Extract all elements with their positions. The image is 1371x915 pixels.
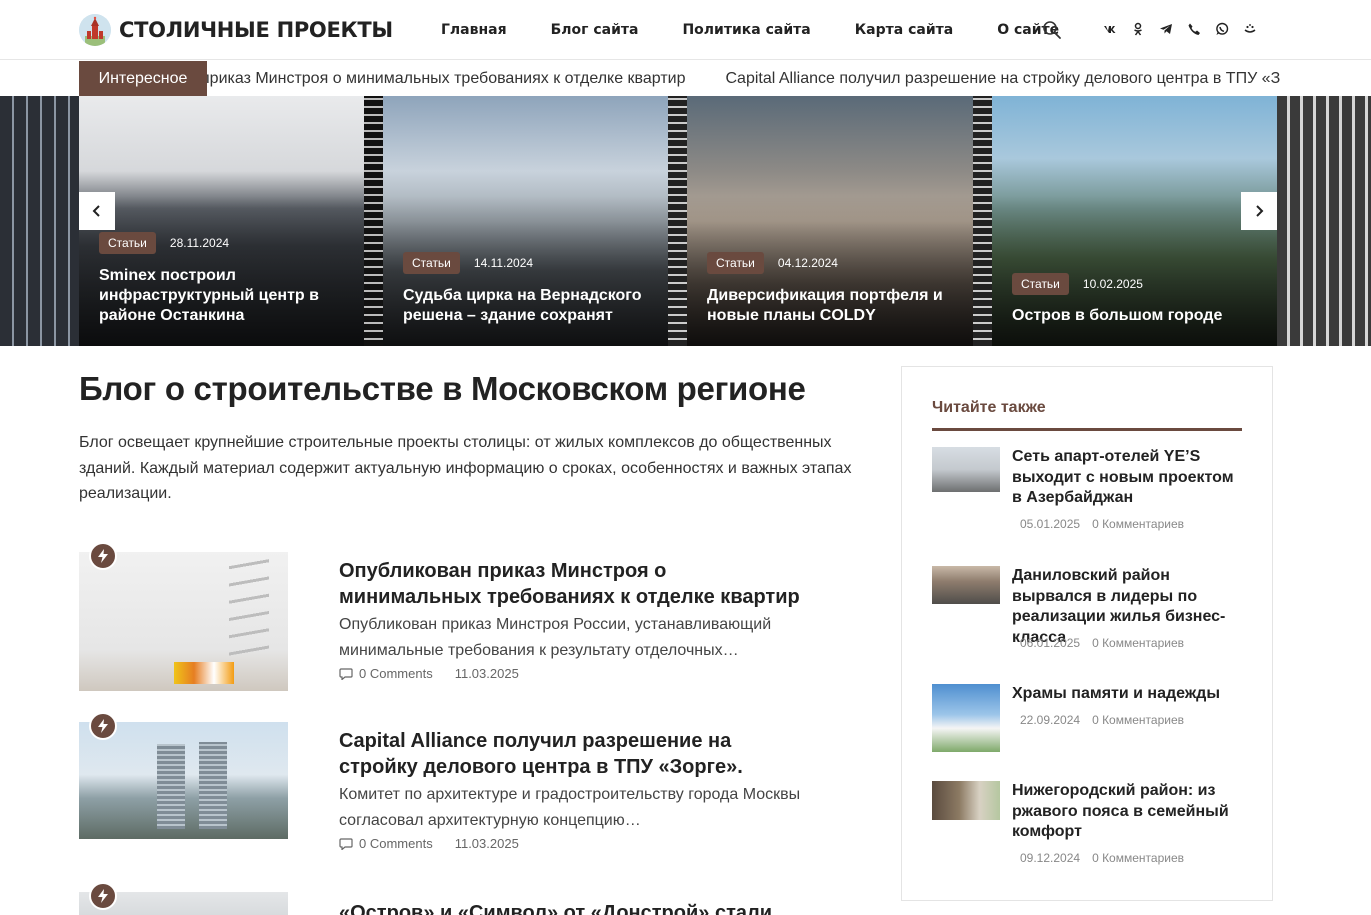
post-card: Capital Alliance получил разрешение на с… <box>79 712 859 872</box>
slide-category-badge[interactable]: Статьи <box>1012 273 1069 295</box>
logo-text: СТОЛИЧНЫЕ ПРОЕКТЫ <box>119 18 393 42</box>
slide[interactable]: Статьи 14.11.2024 Судьба цирка на Вернад… <box>383 96 668 346</box>
sidebar-item-title[interactable]: Нижегородский район: из ржавого пояса в … <box>1012 781 1247 843</box>
ticker-item[interactable]: приказ Минстроя о минимальных требования… <box>207 70 685 88</box>
sidebar-item-comments[interactable]: 0 Комментариев <box>1092 636 1184 650</box>
post-thumbnail[interactable] <box>79 552 288 691</box>
slide[interactable]: Статьи 28.11.2024 Sminex построил инфрас… <box>79 96 364 346</box>
comment-icon <box>339 667 353 680</box>
slide-date: 10.02.2025 <box>1082 277 1143 291</box>
lightning-icon <box>89 712 117 740</box>
post-title[interactable]: «Остров» и «Символ» от «Донстрой» стали <box>339 900 809 915</box>
site-header: СТОЛИЧНЫЕ ПРОЕКТЫ Главная Блог сайта Пол… <box>0 0 1371 60</box>
sidebar-item: Сеть апарт-отелей YE’S выходит с новым п… <box>932 447 1247 537</box>
post-date: 11.03.2025 <box>454 836 519 851</box>
sidebar-item-meta: 22.09.2024 0 Комментариев <box>1020 713 1184 727</box>
comment-icon <box>339 837 353 850</box>
post-card: «Остров» и «Символ» от «Донстрой» стали <box>79 882 859 915</box>
post-card: Опубликован приказ Минстроя о минимальны… <box>79 542 859 702</box>
sidebar-item-date: 22.09.2024 <box>1020 713 1081 727</box>
slide-partial-left <box>0 96 79 346</box>
kremlin-logo-icon <box>79 14 111 46</box>
news-ticker: Интересное приказ Минстроя о минимальных… <box>0 61 1371 96</box>
slide-date: 28.11.2024 <box>169 236 230 250</box>
sidebar-item: Нижегородский район: из ржавого пояса в … <box>932 781 1247 871</box>
slide-category-badge[interactable]: Статьи <box>403 252 460 274</box>
sidebar-item-date: 09.12.2024 <box>1020 851 1081 865</box>
slide-title[interactable]: Судьба цирка на Вернадского решена – зда… <box>403 286 648 326</box>
lightning-icon <box>89 542 117 570</box>
post-meta: 0 Comments 11.03.2025 <box>339 666 809 681</box>
slide-title[interactable]: Остров в большом городе <box>1012 306 1257 326</box>
post-title[interactable]: Опубликован приказ Минстроя о минимальны… <box>339 558 809 610</box>
post-comments[interactable]: 0 Comments <box>359 666 433 681</box>
slide-date: 04.12.2024 <box>777 256 838 270</box>
chevron-right-icon <box>1256 205 1264 217</box>
sidebar-item-comments[interactable]: 0 Комментариев <box>1092 713 1184 727</box>
slide-title[interactable]: Sminex построил инфраструктурный центр в… <box>99 266 344 326</box>
nav-policy[interactable]: Политика сайта <box>682 22 810 38</box>
sidebar-item-title[interactable]: Сеть апарт-отелей YE’S выходит с новым п… <box>1012 447 1247 509</box>
post-thumbnail[interactable] <box>79 722 288 839</box>
sidebar-thumbnail[interactable] <box>932 781 1000 820</box>
whatsapp-icon[interactable] <box>1215 21 1229 37</box>
slide[interactable]: Статьи 10.02.2025 Остров в большом город… <box>992 96 1277 346</box>
ticker-label: Интересное <box>79 61 207 96</box>
ticker-track: приказ Минстроя о минимальных требования… <box>207 61 1280 96</box>
post-excerpt: Комитет по архитектуре и градостроительс… <box>339 786 801 829</box>
nav-sitemap[interactable]: Карта сайта <box>855 22 953 38</box>
social-links <box>1103 21 1257 37</box>
ticker-item[interactable]: Capital Alliance получил разрешение на с… <box>725 70 1280 88</box>
featured-slider: Статьи 28.11.2024 Sminex построил инфрас… <box>0 96 1371 346</box>
sidebar-read-also: Читайте также Сеть апарт-отелей YE’S вых… <box>901 366 1273 901</box>
max-icon[interactable] <box>1243 21 1257 37</box>
sidebar-thumbnail[interactable] <box>932 684 1000 752</box>
slide-title[interactable]: Диверсификация портфеля и новые планы CO… <box>707 286 953 326</box>
slider-prev-button[interactable] <box>79 192 115 230</box>
slide-gap <box>364 96 383 346</box>
sidebar-item-comments[interactable]: 0 Комментариев <box>1092 851 1184 865</box>
chevron-left-icon <box>92 205 100 217</box>
vk-icon[interactable] <box>1103 21 1117 37</box>
post-title[interactable]: Capital Alliance получил разрешение на с… <box>339 728 809 780</box>
sidebar-item-meta: 05.01.2025 0 Комментариев <box>1020 517 1184 531</box>
lightning-icon <box>89 882 117 910</box>
main-nav: Главная Блог сайта Политика сайта Карта … <box>441 0 1103 60</box>
intro-text: Блог освещает крупнейшие строительные пр… <box>79 434 852 502</box>
post-comments[interactable]: 0 Comments <box>359 836 433 851</box>
slide-category-badge[interactable]: Статьи <box>99 232 156 254</box>
sidebar-thumbnail[interactable] <box>932 447 1000 492</box>
page-title: Блог о строительстве в Московском регион… <box>79 370 806 407</box>
sidebar-title: Читайте также <box>932 399 1046 416</box>
slide-date: 14.11.2024 <box>473 256 534 270</box>
slide[interactable]: Статьи 04.12.2024 Диверсификация портфел… <box>687 96 973 346</box>
slide-category-badge[interactable]: Статьи <box>707 252 764 274</box>
sidebar-item-date: 05.01.2025 <box>1020 517 1081 531</box>
viber-icon[interactable] <box>1187 21 1201 37</box>
slide-gap <box>668 96 687 346</box>
sidebar-item: Храмы памяти и надежды 22.09.2024 0 Комме… <box>932 684 1247 752</box>
site-logo[interactable]: СТОЛИЧНЫЕ ПРОЕКТЫ <box>79 14 393 46</box>
sidebar-item: Даниловский район вырвался в лидеры по р… <box>932 566 1247 656</box>
post-date: 11.03.2025 <box>454 666 519 681</box>
sidebar-divider <box>932 428 1242 431</box>
search-icon[interactable] <box>1042 20 1062 40</box>
nav-home[interactable]: Главная <box>441 22 507 38</box>
sidebar-item-meta: 06.01.2025 0 Комментариев <box>1020 636 1184 650</box>
sidebar-item-title[interactable]: Храмы памяти и надежды <box>1012 684 1247 705</box>
sidebar-item-meta: 09.12.2024 0 Комментариев <box>1020 851 1184 865</box>
nav-blog[interactable]: Блог сайта <box>551 22 639 38</box>
sidebar-thumbnail[interactable] <box>932 566 1000 604</box>
sidebar-item-date: 06.01.2025 <box>1020 636 1081 650</box>
slider-next-button[interactable] <box>1241 192 1277 230</box>
post-meta: 0 Comments 11.03.2025 <box>339 836 809 851</box>
sidebar-item-comments[interactable]: 0 Комментариев <box>1092 517 1184 531</box>
telegram-icon[interactable] <box>1159 21 1173 37</box>
slide-gap <box>973 96 992 346</box>
odnoklassniki-icon[interactable] <box>1131 21 1145 37</box>
post-excerpt: Опубликован приказ Минстроя России, уста… <box>339 616 772 659</box>
slide-partial-right <box>1277 96 1371 346</box>
